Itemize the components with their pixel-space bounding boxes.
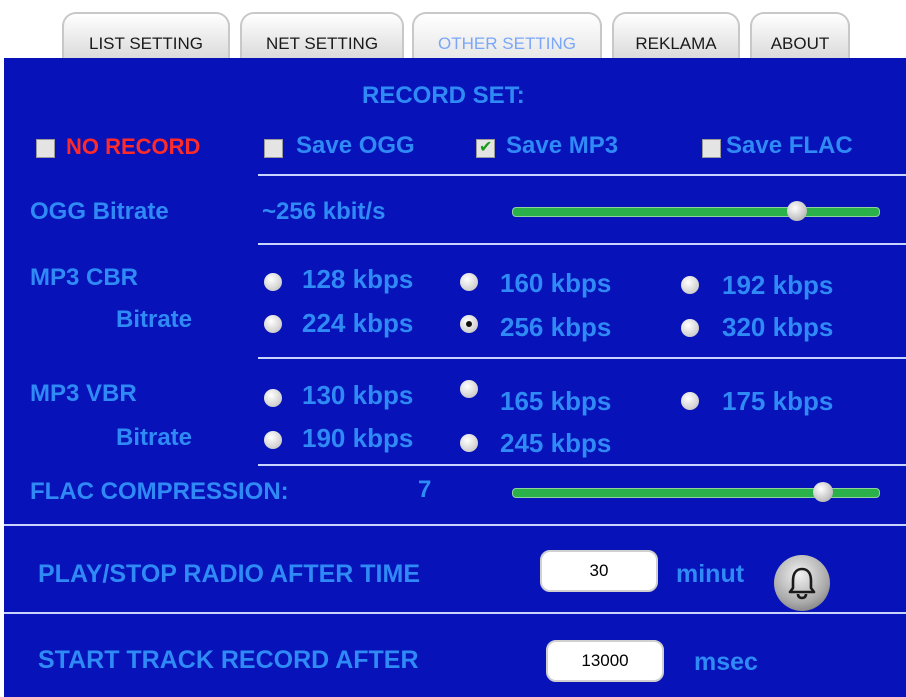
save-ogg-checkbox[interactable] [264,139,283,158]
divider [258,243,906,245]
mp3-cbr-radio-160[interactable] [460,273,478,291]
mp3-vbr-bitrate-label: Bitrate [116,424,193,451]
save-mp3-checkbox[interactable] [476,137,495,158]
tab-other-setting[interactable]: OTHER SETTING [412,12,602,60]
play-stop-time-field[interactable]: 30 [540,550,658,592]
save-ogg-label: Save OGG [296,132,415,159]
flac-slider-handle[interactable] [813,482,833,502]
mp3-vbr-option-label: 165 kbps [500,386,612,416]
divider [258,464,906,466]
divider [258,174,906,176]
mp3-cbr-bitrate-label: Bitrate [116,306,193,333]
no-record-label: NO RECORD [66,134,201,159]
mp3-cbr-radio-224[interactable] [264,315,282,333]
msec-unit-label: msec [694,648,758,676]
start-track-delay-field[interactable]: 13000 [546,640,664,682]
ogg-bitrate-label: OGG Bitrate [30,198,169,225]
ogg-slider-handle[interactable] [787,201,807,221]
save-flac-label: Save FLAC [726,132,853,159]
mp3-vbr-radio-165[interactable] [460,380,478,398]
start-track-record-label: START TRACK RECORD AFTER [38,646,419,674]
divider [258,357,906,359]
mp3-cbr-radio-128[interactable] [264,273,282,291]
mp3-vbr-option-label: 130 kbps [302,380,414,410]
mp3-cbr-radio-320[interactable] [681,319,699,337]
mp3-cbr-option-label: 224 kbps [302,308,414,338]
ogg-bitrate-slider[interactable] [512,207,880,217]
tab-bar: LIST SETTING NET SETTING OTHER SETTING R… [0,0,906,62]
flac-compression-label: FLAC COMPRESSION: [30,478,289,505]
flac-compression-value: 7 [418,476,432,503]
mp3-vbr-radio-245[interactable] [460,434,478,452]
tab-list-setting[interactable]: LIST SETTING [62,12,230,60]
bell-button[interactable] [774,555,830,611]
mp3-cbr-radio-192[interactable] [681,276,699,294]
bell-icon [788,567,816,600]
divider [4,612,906,614]
mp3-vbr-radio-130[interactable] [264,389,282,407]
tab-net-setting[interactable]: NET SETTING [240,12,404,60]
save-flac-checkbox[interactable] [702,139,721,158]
mp3-cbr-option-label: 192 kbps [722,270,834,300]
mp3-vbr-radio-190[interactable] [264,431,282,449]
mp3-cbr-label: MP3 CBR [30,264,139,291]
mp3-cbr-option-label: 256 kbps [500,312,612,342]
divider [4,524,906,526]
play-stop-timer-label: PLAY/STOP RADIO AFTER TIME [38,560,420,588]
mp3-cbr-option-label: 160 kbps [500,268,612,298]
tab-about[interactable]: ABOUT [750,12,850,60]
record-set-title: RECORD SET: [362,82,525,109]
mp3-vbr-option-label: 175 kbps [722,386,834,416]
mp3-vbr-option-label: 245 kbps [500,428,612,458]
mp3-vbr-label: MP3 VBR [30,380,137,407]
no-record-checkbox[interactable] [36,139,55,158]
ogg-bitrate-value: ~256 kbit/s [262,198,386,225]
mp3-cbr-option-label: 320 kbps [722,312,834,342]
mp3-vbr-radio-175[interactable] [681,392,699,410]
mp3-cbr-option-label: 128 kbps [302,264,414,294]
save-mp3-label: Save MP3 [506,132,619,159]
mp3-vbr-option-label: 190 kbps [302,423,414,453]
tab-reklama[interactable]: REKLAMA [612,12,740,60]
minut-unit-label: minut [676,560,745,588]
mp3-cbr-radio-256[interactable] [460,315,478,333]
